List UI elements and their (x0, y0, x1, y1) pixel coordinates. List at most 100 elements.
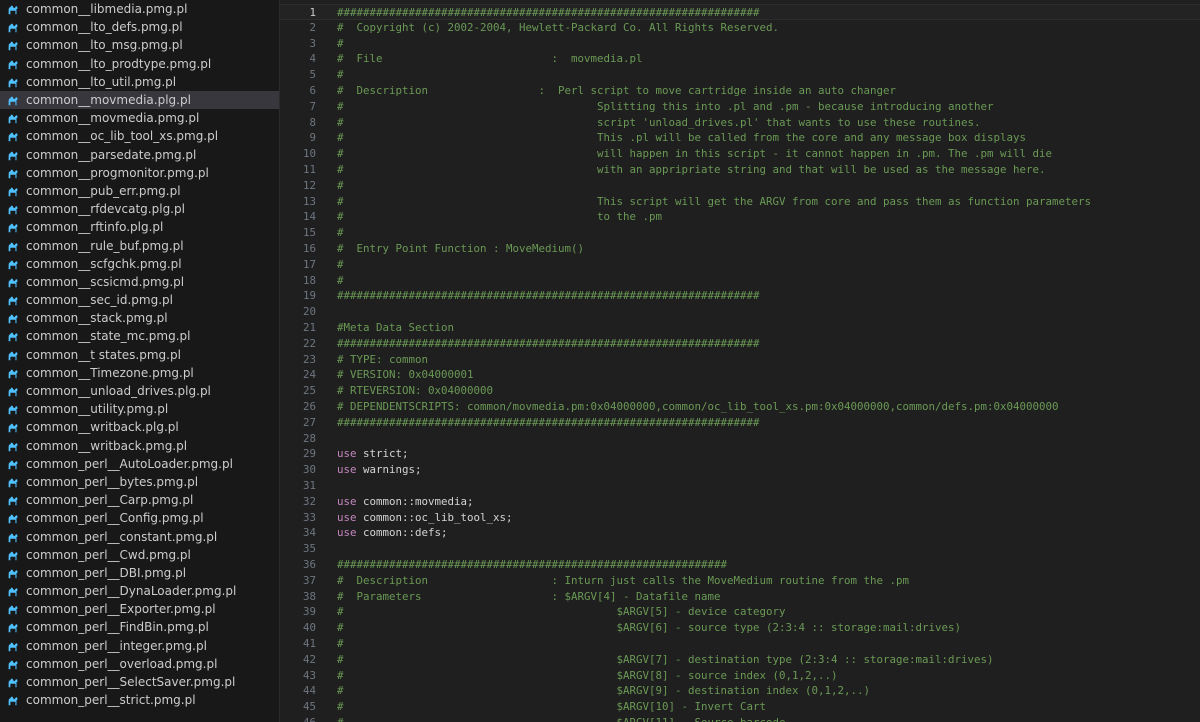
code-line[interactable]: 9 # This .pl will be called from the core… (280, 130, 1200, 146)
code-line[interactable]: 29 use strict; (280, 446, 1200, 462)
file-item[interactable]: common__Timezone.pmg.pl (0, 364, 279, 382)
file-item[interactable]: common__oc_lib_tool_xs.pmg.pl (0, 127, 279, 145)
code-line[interactable]: 39 # $ARGV[5] - device category (280, 604, 1200, 620)
code-line[interactable]: 17 # (280, 257, 1200, 273)
file-item[interactable]: common__state_mc.pmg.pl (0, 327, 279, 345)
perl-camel-icon (6, 275, 20, 289)
code-line[interactable]: 28 (280, 431, 1200, 447)
file-item[interactable]: common__libmedia.pmg.pl (0, 0, 279, 18)
file-item[interactable]: common__unload_drives.plg.pl (0, 382, 279, 400)
line-number: 35 (302, 542, 316, 556)
code-line[interactable]: 32 use common::movmedia; (280, 494, 1200, 510)
line-number: 28 (302, 431, 316, 445)
code-line[interactable]: 18 # (280, 273, 1200, 289)
code-line[interactable]: 35 (280, 541, 1200, 557)
code-line[interactable]: 30 use warnings; (280, 462, 1200, 478)
file-item[interactable]: common_perl__AutoLoader.pmg.pl (0, 455, 279, 473)
file-item[interactable]: common__writback.plg.pl (0, 418, 279, 436)
code-line[interactable]: 19 ######################################… (280, 288, 1200, 304)
code-line[interactable]: 10 # will happen in this script - it cann… (280, 146, 1200, 162)
file-item[interactable]: common__stack.pmg.pl (0, 309, 279, 327)
perl-camel-icon (6, 311, 20, 325)
file-item[interactable]: common_perl__DBI.pmg.pl (0, 564, 279, 582)
file-item[interactable]: common__lto_defs.pmg.pl (0, 18, 279, 36)
file-item[interactable]: common_perl__overload.pmg.pl (0, 655, 279, 673)
code-line[interactable]: 43 # $ARGV[8] - source index (0,1,2,..) (280, 668, 1200, 684)
code-line[interactable]: 7 # Splitting this into .pl and .pm - bec… (280, 99, 1200, 115)
code-line[interactable]: 45 # $ARGV[10] - Invert Cart (280, 699, 1200, 715)
file-item[interactable]: common__rfdevcatg.plg.pl (0, 200, 279, 218)
code-line[interactable]: 16 # Entry Point Function : MoveMedium() (280, 241, 1200, 257)
code-line[interactable]: 12 # (280, 178, 1200, 194)
file-item[interactable]: common__pub_err.pmg.pl (0, 182, 279, 200)
file-item[interactable]: common__movmedia.pmg.pl (0, 109, 279, 127)
statement-text: warnings; (356, 463, 422, 477)
code-line[interactable]: 40 # $ARGV[6] - source type (2:3:4 :: sto… (280, 620, 1200, 636)
code-line[interactable]: 14 # to the .pm (280, 209, 1200, 225)
code-line[interactable]: 26 # DEPENDENTSCRIPTS: common/movmedia.pm… (280, 399, 1200, 415)
code-line[interactable]: 3 # (280, 36, 1200, 52)
code-line[interactable]: 11 # with an appripriate string and that … (280, 162, 1200, 178)
file-item[interactable]: common_perl__Cwd.pmg.pl (0, 546, 279, 564)
code-line[interactable]: 13 # This script will get the ARGV from c… (280, 194, 1200, 210)
code-line[interactable]: 36 ######################################… (280, 557, 1200, 573)
code-line[interactable]: 27 ######################################… (280, 415, 1200, 431)
file-item[interactable]: common__progmonitor.pmg.pl (0, 164, 279, 182)
code-line[interactable]: 6 # Description : Perl script to move car… (280, 83, 1200, 99)
file-item[interactable]: common__parsedate.pmg.pl (0, 146, 279, 164)
code-editor[interactable]: 1 #######################################… (280, 0, 1200, 722)
file-item[interactable]: common__sec_id.pmg.pl (0, 291, 279, 309)
file-item[interactable]: common__t states.pmg.pl (0, 346, 279, 364)
file-item[interactable]: common_perl__constant.pmg.pl (0, 527, 279, 545)
file-item[interactable]: common__lto_util.pmg.pl (0, 73, 279, 91)
file-item[interactable]: common_perl__Config.pmg.pl (0, 509, 279, 527)
code-line[interactable]: 25 # RTEVERSION: 0x04000000 (280, 383, 1200, 399)
code-line[interactable]: 2 # Copyright (c) 2002-2004, Hewlett-Pack… (280, 20, 1200, 36)
statement-text: common::defs; (356, 526, 448, 540)
code-line[interactable]: 31 (280, 478, 1200, 494)
file-item[interactable]: common__rule_buf.pmg.pl (0, 236, 279, 254)
file-name: common_perl__overload.pmg.pl (26, 656, 218, 671)
code-line[interactable]: 42 # $ARGV[7] - destination type (2:3:4 :… (280, 652, 1200, 668)
file-item[interactable]: common__utility.pmg.pl (0, 400, 279, 418)
line-number: 46 (280, 715, 316, 722)
file-name: common_perl__SelectSaver.pmg.pl (26, 675, 236, 690)
code-line[interactable]: 8 # script 'unload_drives.pl' that wants … (280, 115, 1200, 131)
code-line[interactable]: 38 # Parameters : $ARGV[4] - Datafile nam… (280, 589, 1200, 605)
file-item[interactable]: common__movmedia.plg.pl (0, 90, 279, 110)
file-item[interactable]: common_perl__bytes.pmg.pl (0, 473, 279, 491)
code-line[interactable]: 34 use common::defs; (280, 525, 1200, 541)
file-item[interactable]: common__scsicmd.pmg.pl (0, 273, 279, 291)
code-line[interactable]: 33 use common::oc_lib_tool_xs; (280, 510, 1200, 526)
line-number: 13 (302, 194, 316, 208)
code-line[interactable]: 41 # (280, 636, 1200, 652)
file-item[interactable]: common_perl__Exporter.pmg.pl (0, 600, 279, 618)
comment-text: # will happen in this script - it cannot… (337, 147, 1053, 161)
code-line[interactable]: 46 # $ARGV[11] - Source barcode (280, 715, 1200, 722)
code-line[interactable]: 44 # $ARGV[9] - destination index (0,1,2,… (280, 683, 1200, 699)
file-item[interactable]: common__rftinfo.plg.pl (0, 218, 279, 236)
code-line[interactable]: 23 # TYPE: common (280, 352, 1200, 368)
app-window: common__libmedia.pmg.pl common__lto_defs.… (0, 0, 1200, 722)
code-line[interactable]: 22 ######################################… (280, 336, 1200, 352)
file-item[interactable]: common_perl__FindBin.pmg.pl (0, 618, 279, 636)
file-item[interactable]: common__lto_msg.pmg.pl (0, 36, 279, 54)
code-line[interactable]: 20 (280, 304, 1200, 320)
code-line[interactable]: 5 # (280, 67, 1200, 83)
file-item[interactable]: common_perl__SelectSaver.pmg.pl (0, 673, 279, 691)
file-item[interactable]: common__scfgchk.pmg.pl (0, 255, 279, 273)
code-line[interactable]: 4 # File : movmedia.pl (280, 51, 1200, 67)
line-number: 20 (302, 305, 316, 319)
file-item[interactable]: common__writback.pmg.pl (0, 437, 279, 455)
code-line[interactable]: 1 #######################################… (280, 4, 1200, 20)
file-item[interactable]: common_perl__Carp.pmg.pl (0, 491, 279, 509)
comment-text: # to the .pm (337, 210, 663, 224)
code-line[interactable]: 15 # (280, 225, 1200, 241)
code-line[interactable]: 37 # Description : Inturn just calls the … (280, 573, 1200, 589)
code-line[interactable]: 21 #Meta Data Section (280, 320, 1200, 336)
file-item[interactable]: common_perl__DynaLoader.pmg.pl (0, 582, 279, 600)
file-item[interactable]: common_perl__strict.pmg.pl (0, 691, 279, 709)
code-line[interactable]: 24 # VERSION: 0x04000001 (280, 367, 1200, 383)
file-item[interactable]: common_perl__integer.pmg.pl (0, 637, 279, 655)
file-item[interactable]: common__lto_prodtype.pmg.pl (0, 55, 279, 73)
